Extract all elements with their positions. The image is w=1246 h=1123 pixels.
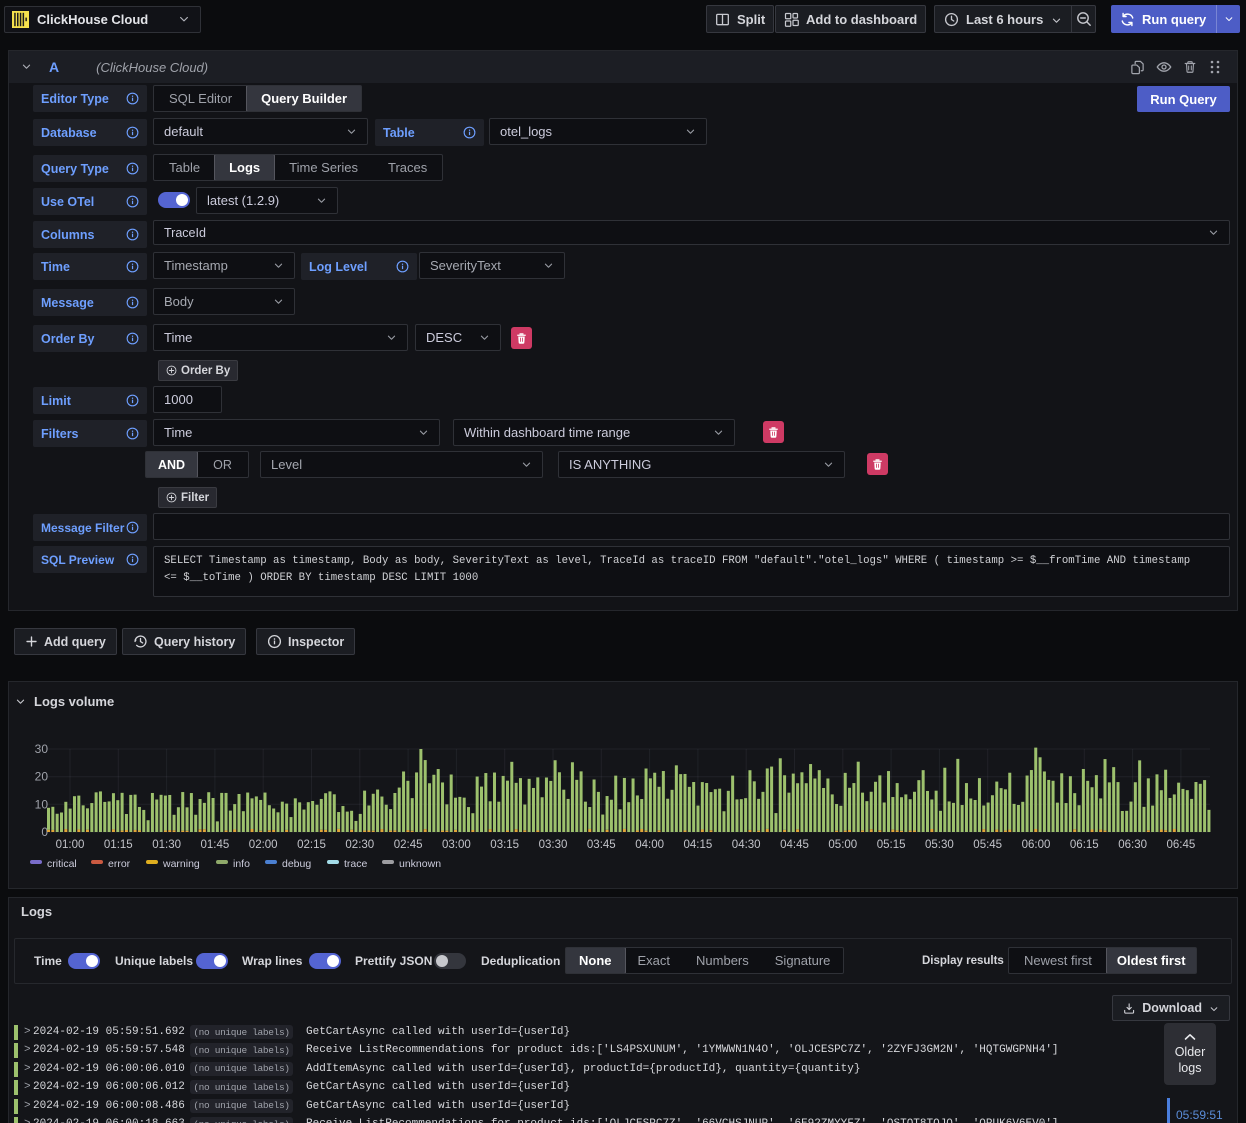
svg-text:04:45: 04:45 — [780, 839, 809, 851]
svg-text:04:00: 04:00 — [635, 839, 664, 851]
svg-text:01:45: 01:45 — [201, 839, 230, 851]
svg-text:03:15: 03:15 — [490, 839, 519, 851]
svg-text:debug: debug — [282, 858, 311, 870]
svg-text:06:30: 06:30 — [1118, 839, 1147, 851]
svg-text:trace: trace — [344, 858, 368, 870]
svg-text:06:15: 06:15 — [1070, 839, 1099, 851]
svg-text:error: error — [108, 858, 131, 870]
svg-text:05:15: 05:15 — [877, 839, 906, 851]
svg-text:03:30: 03:30 — [539, 839, 568, 851]
svg-text:critical: critical — [47, 858, 77, 870]
svg-text:warning: warning — [162, 858, 200, 870]
svg-text:03:45: 03:45 — [587, 839, 616, 851]
svg-text:10: 10 — [35, 797, 49, 811]
svg-text:05:00: 05:00 — [828, 839, 857, 851]
svg-text:06:00: 06:00 — [1022, 839, 1051, 851]
svg-text:04:15: 04:15 — [684, 839, 713, 851]
svg-text:01:15: 01:15 — [104, 839, 133, 851]
svg-text:02:15: 02:15 — [297, 839, 326, 851]
svg-text:unknown: unknown — [399, 858, 441, 870]
svg-text:05:30: 05:30 — [925, 839, 954, 851]
svg-text:05:45: 05:45 — [973, 839, 1002, 851]
svg-text:02:45: 02:45 — [394, 839, 423, 851]
svg-text:01:30: 01:30 — [152, 839, 181, 851]
svg-text:20: 20 — [35, 770, 49, 784]
svg-text:02:30: 02:30 — [345, 839, 374, 851]
svg-text:04:30: 04:30 — [732, 839, 761, 851]
svg-text:02:00: 02:00 — [249, 839, 278, 851]
svg-text:01:00: 01:00 — [56, 839, 85, 851]
svg-text:06:45: 06:45 — [1167, 839, 1196, 851]
svg-text:30: 30 — [35, 742, 49, 756]
svg-text:03:00: 03:00 — [442, 839, 471, 851]
svg-text:info: info — [233, 858, 250, 870]
